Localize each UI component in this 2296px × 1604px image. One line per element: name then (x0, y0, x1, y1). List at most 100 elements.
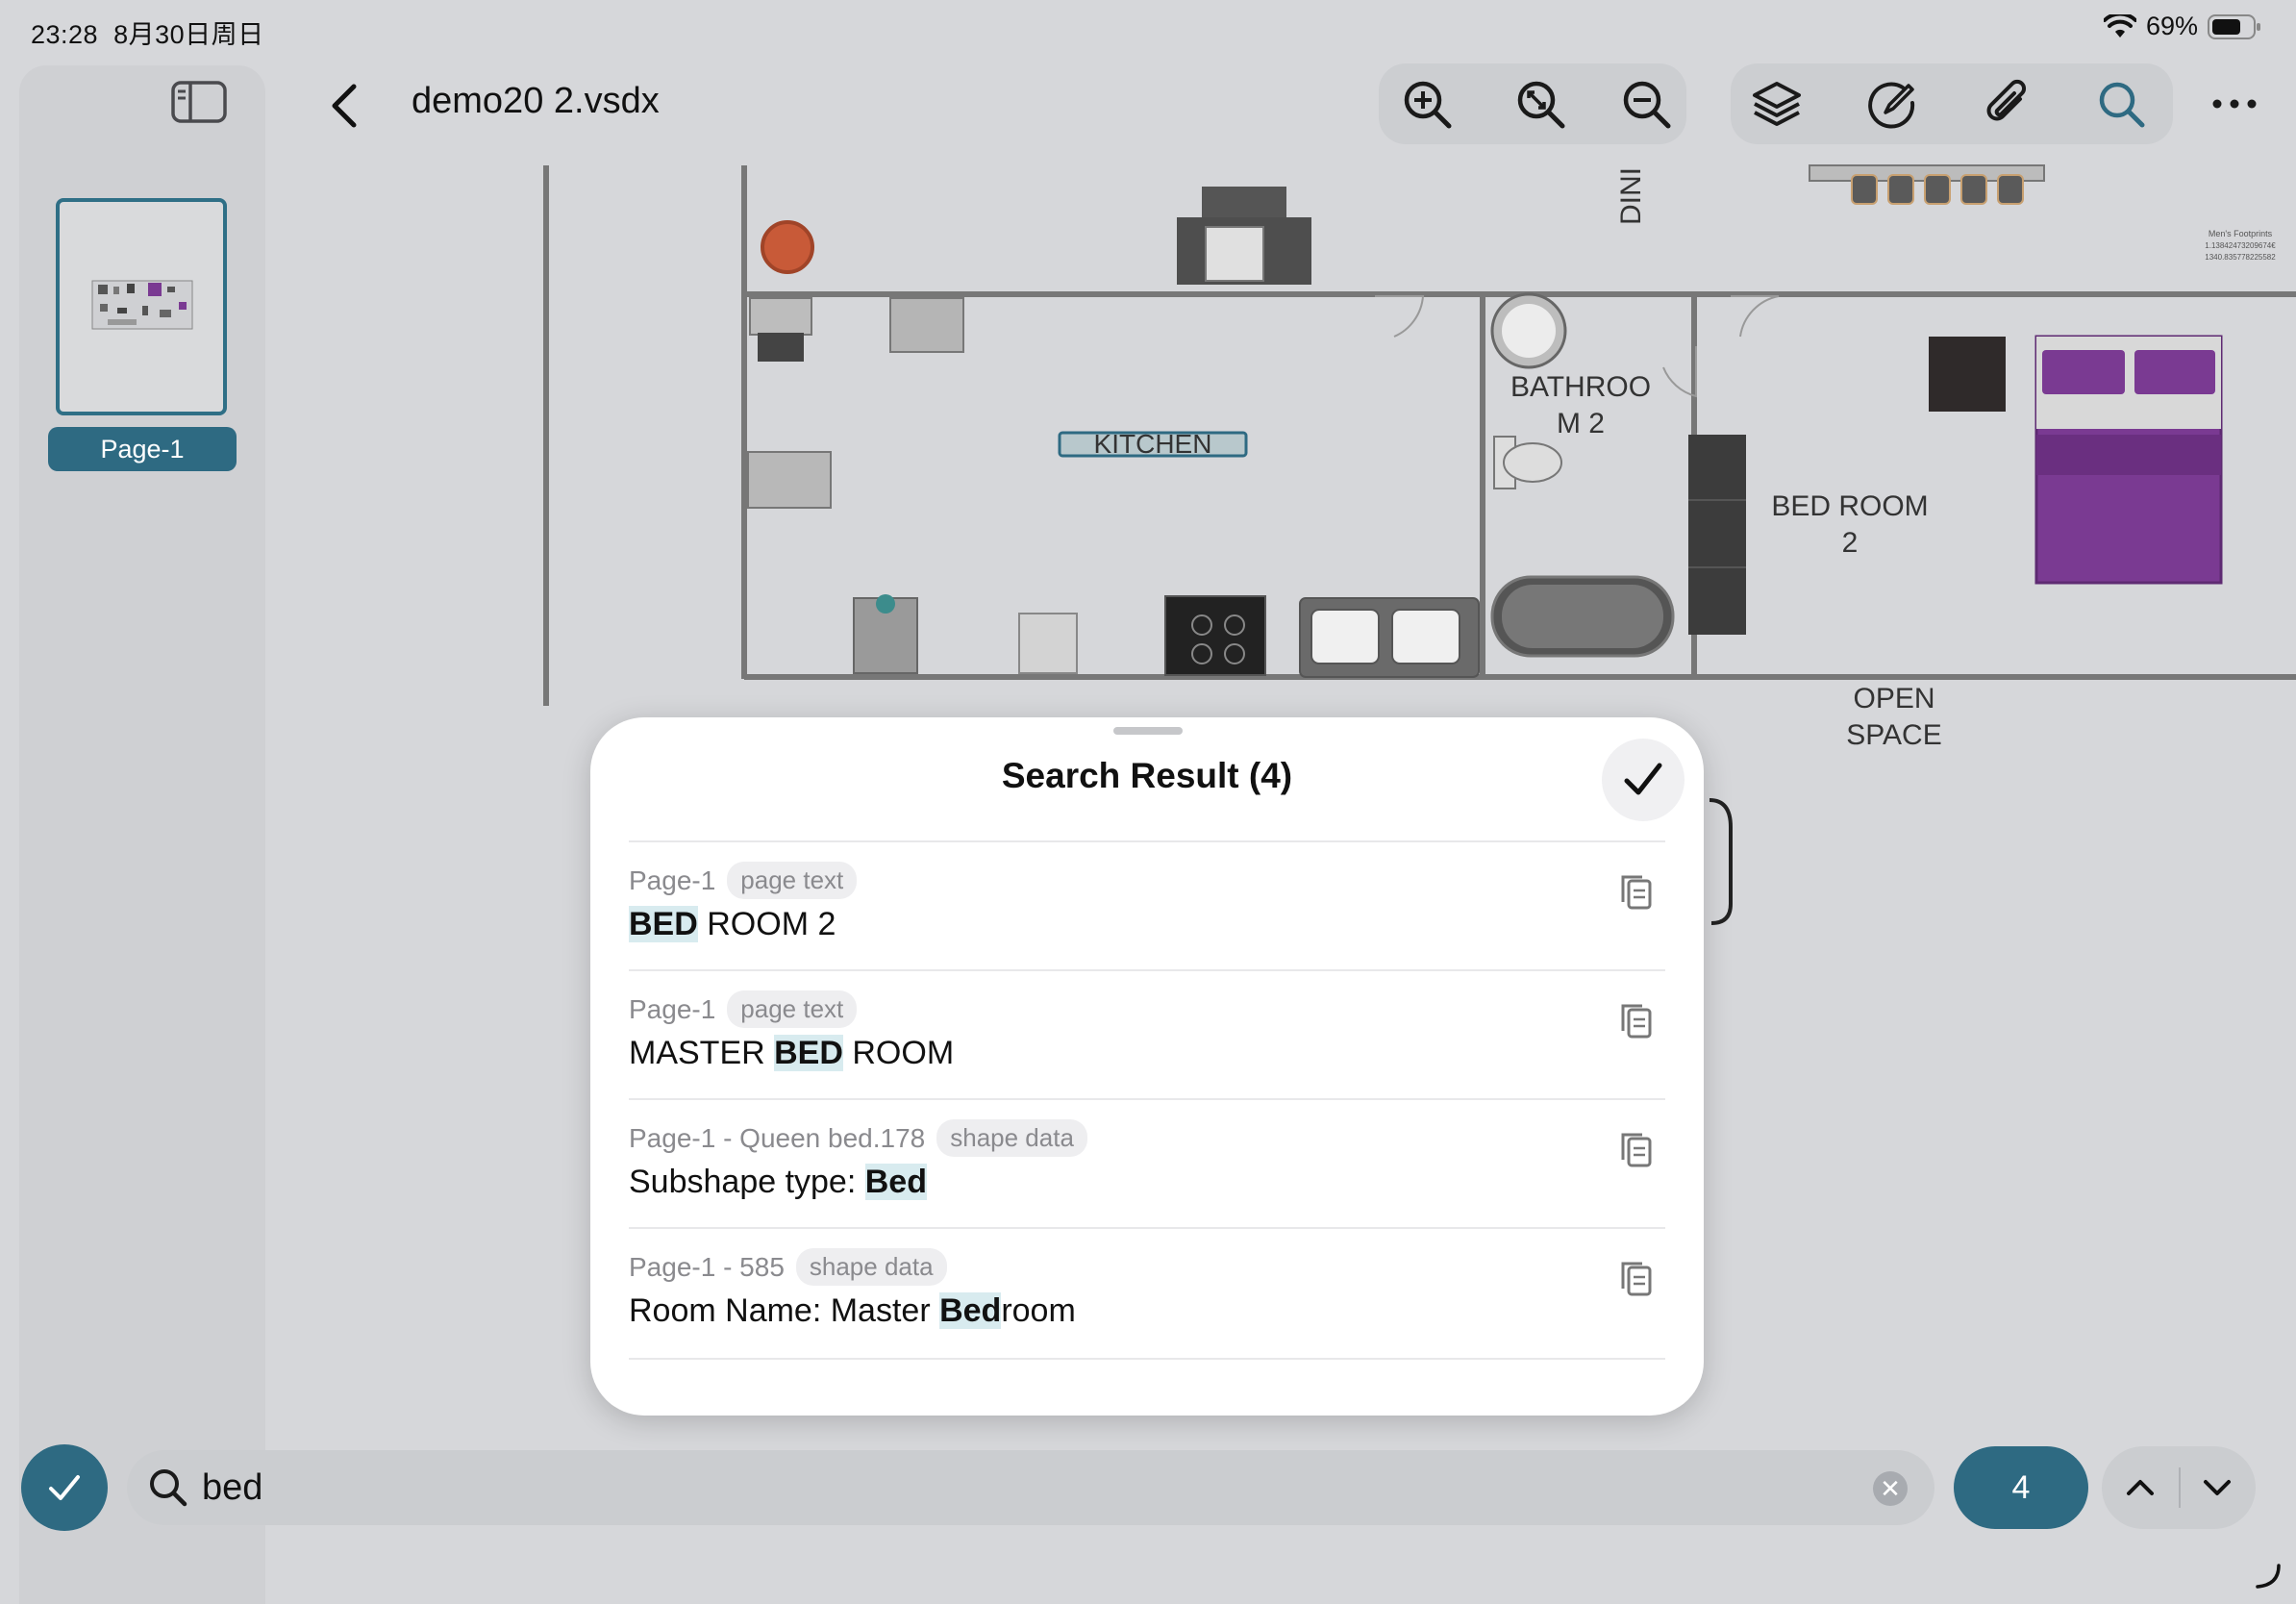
result-match-highlight: BED (774, 1035, 843, 1071)
search-bar: ✕ (127, 1450, 1934, 1525)
zoom-toolbar (1379, 63, 1686, 144)
open-space-label-line2: SPACE (1846, 719, 1941, 751)
sidebar-toggle-button[interactable] (171, 81, 227, 123)
dining-label: DINI (1615, 167, 1647, 225)
search-result-row[interactable]: Page-1 - 585 shape data Room Name: Master… (629, 1227, 1665, 1360)
chevron-up-icon (2127, 1480, 2154, 1495)
search-icon (150, 1469, 187, 1507)
layers-icon (1753, 82, 1801, 126)
page-thumbnail[interactable] (56, 198, 227, 415)
result-text-post: ROOM 2 (697, 906, 836, 942)
result-match-highlight: Bed (864, 1164, 927, 1200)
result-text-post: room (1001, 1292, 1076, 1329)
bathroom-label-line1: BATHROO (1510, 371, 1651, 403)
sheet-grabber[interactable] (1113, 727, 1183, 735)
battery-percent: 69% (2145, 12, 2198, 40)
sidebar-icon (171, 81, 227, 123)
match-count-badge[interactable]: 4 (1954, 1446, 2088, 1529)
status-clock: 23:28 8月30日周日 (31, 13, 264, 51)
result-text-pre: Subshape type: (629, 1164, 865, 1200)
result-text: Subshape type: Bed (629, 1164, 927, 1201)
zoom-in-icon (1404, 81, 1452, 129)
zoom-in-button[interactable] (1386, 63, 1467, 144)
result-source: Page-1 (629, 993, 716, 1024)
result-match-highlight: Bed (939, 1292, 1002, 1329)
attachment-button[interactable] (1967, 63, 2048, 144)
battery-icon (2208, 13, 2260, 39)
result-meta: Page-1 page text (629, 990, 858, 1028)
status-right: 69% (2103, 12, 2261, 41)
copy-icon (1621, 1004, 1652, 1039)
bedroom-label-line1: BED ROOM (1771, 490, 1928, 522)
result-text: BED ROOM 2 (629, 906, 836, 943)
result-source: Page-1 - Queen bed.178 (629, 1122, 926, 1153)
result-type-chip: page text (727, 990, 858, 1028)
chevron-left-icon (332, 84, 357, 128)
bathroom-label-line2: M 2 (1557, 408, 1605, 439)
copy-button[interactable] (1613, 1127, 1660, 1173)
attachment-icon (1986, 79, 2027, 121)
kitchen-label: KITCHEN (1094, 429, 1212, 459)
copy-icon (1621, 1262, 1652, 1296)
footprint-note-line3: 1340.835778225582 (2205, 253, 2276, 262)
next-result-button[interactable] (2179, 1446, 2256, 1529)
copy-button[interactable] (1613, 998, 1660, 1044)
result-text-post: ROOM (842, 1035, 955, 1071)
bedroom-label-line2: 2 (1842, 527, 1859, 559)
copy-button[interactable] (1613, 1256, 1660, 1302)
clear-search-button[interactable]: ✕ (1873, 1471, 1908, 1506)
status-bar: 23:28 8月30日周日 69% (0, 0, 2296, 60)
zoom-out-icon (1623, 81, 1671, 129)
back-button[interactable] (323, 79, 367, 133)
result-text-pre: MASTER (629, 1035, 775, 1071)
previous-result-button[interactable] (2102, 1446, 2179, 1529)
zoom-out-button[interactable] (1606, 63, 1686, 144)
chevron-down-icon (2204, 1480, 2231, 1495)
result-navigation (2102, 1446, 2256, 1529)
search-result-row[interactable]: Page-1 - Queen bed.178 shape data Subshap… (629, 1098, 1665, 1229)
layers-button[interactable] (1736, 63, 1817, 144)
checkmark-icon (49, 1475, 80, 1500)
open-space-label-line1: OPEN (1853, 683, 1934, 714)
more-button[interactable] (2194, 63, 2275, 144)
search-done-button[interactable] (21, 1444, 108, 1531)
wifi-icon (2103, 13, 2136, 38)
result-text: MASTER BED ROOM (629, 1035, 954, 1072)
result-type-chip: page text (727, 862, 858, 899)
result-source: Page-1 - 585 (629, 1251, 785, 1282)
result-text: Room Name: Master Bedroom (629, 1292, 1076, 1330)
search-result-row[interactable]: Page-1 page text MASTER BED ROOM (629, 969, 1665, 1100)
search-input[interactable] (200, 1458, 1838, 1517)
thumbnail-preview (91, 280, 193, 330)
result-meta: Page-1 page text (629, 862, 858, 899)
status-time: 23:28 (31, 20, 99, 49)
result-match-highlight: BED (629, 906, 698, 942)
result-source: Page-1 (629, 865, 716, 895)
result-text-pre: Room Name: Master (629, 1292, 940, 1329)
markup-icon (1868, 82, 1915, 129)
markup-button[interactable] (1852, 63, 1933, 144)
sheet-done-button[interactable] (1602, 739, 1685, 821)
zoom-fit-icon (1517, 81, 1565, 129)
status-date: 8月30日周日 (113, 20, 264, 49)
zoom-fit-button[interactable] (1500, 63, 1581, 144)
result-type-chip: shape data (795, 1248, 947, 1286)
result-type-chip: shape data (936, 1119, 1087, 1157)
search-toggle-button[interactable] (2081, 63, 2161, 144)
clear-icon: ✕ (1880, 1474, 1901, 1503)
footprint-note-line1: Men's Footprints (2209, 229, 2273, 238)
search-result-row[interactable]: Page-1 page text BED ROOM 2 (629, 840, 1665, 971)
copy-icon (1621, 875, 1652, 910)
result-meta: Page-1 - 585 shape data (629, 1248, 947, 1286)
result-meta: Page-1 - Queen bed.178 shape data (629, 1119, 1087, 1157)
sheet-title: Search Result (4) (1001, 756, 1293, 795)
search-result-sheet: Search Result (4) Page-1 page text BED RO… (590, 717, 1704, 1416)
tools-toolbar (1731, 63, 2173, 144)
search-icon (2099, 82, 2145, 128)
checkmark-icon (1624, 763, 1662, 795)
footprint-note-line2: 1.13842473209674€ (2205, 241, 2276, 250)
resize-handle-icon[interactable] (2256, 1564, 2281, 1589)
copy-icon (1621, 1133, 1652, 1167)
page-thumbnail-label[interactable]: Page-1 (48, 427, 237, 471)
copy-button[interactable] (1613, 869, 1660, 915)
